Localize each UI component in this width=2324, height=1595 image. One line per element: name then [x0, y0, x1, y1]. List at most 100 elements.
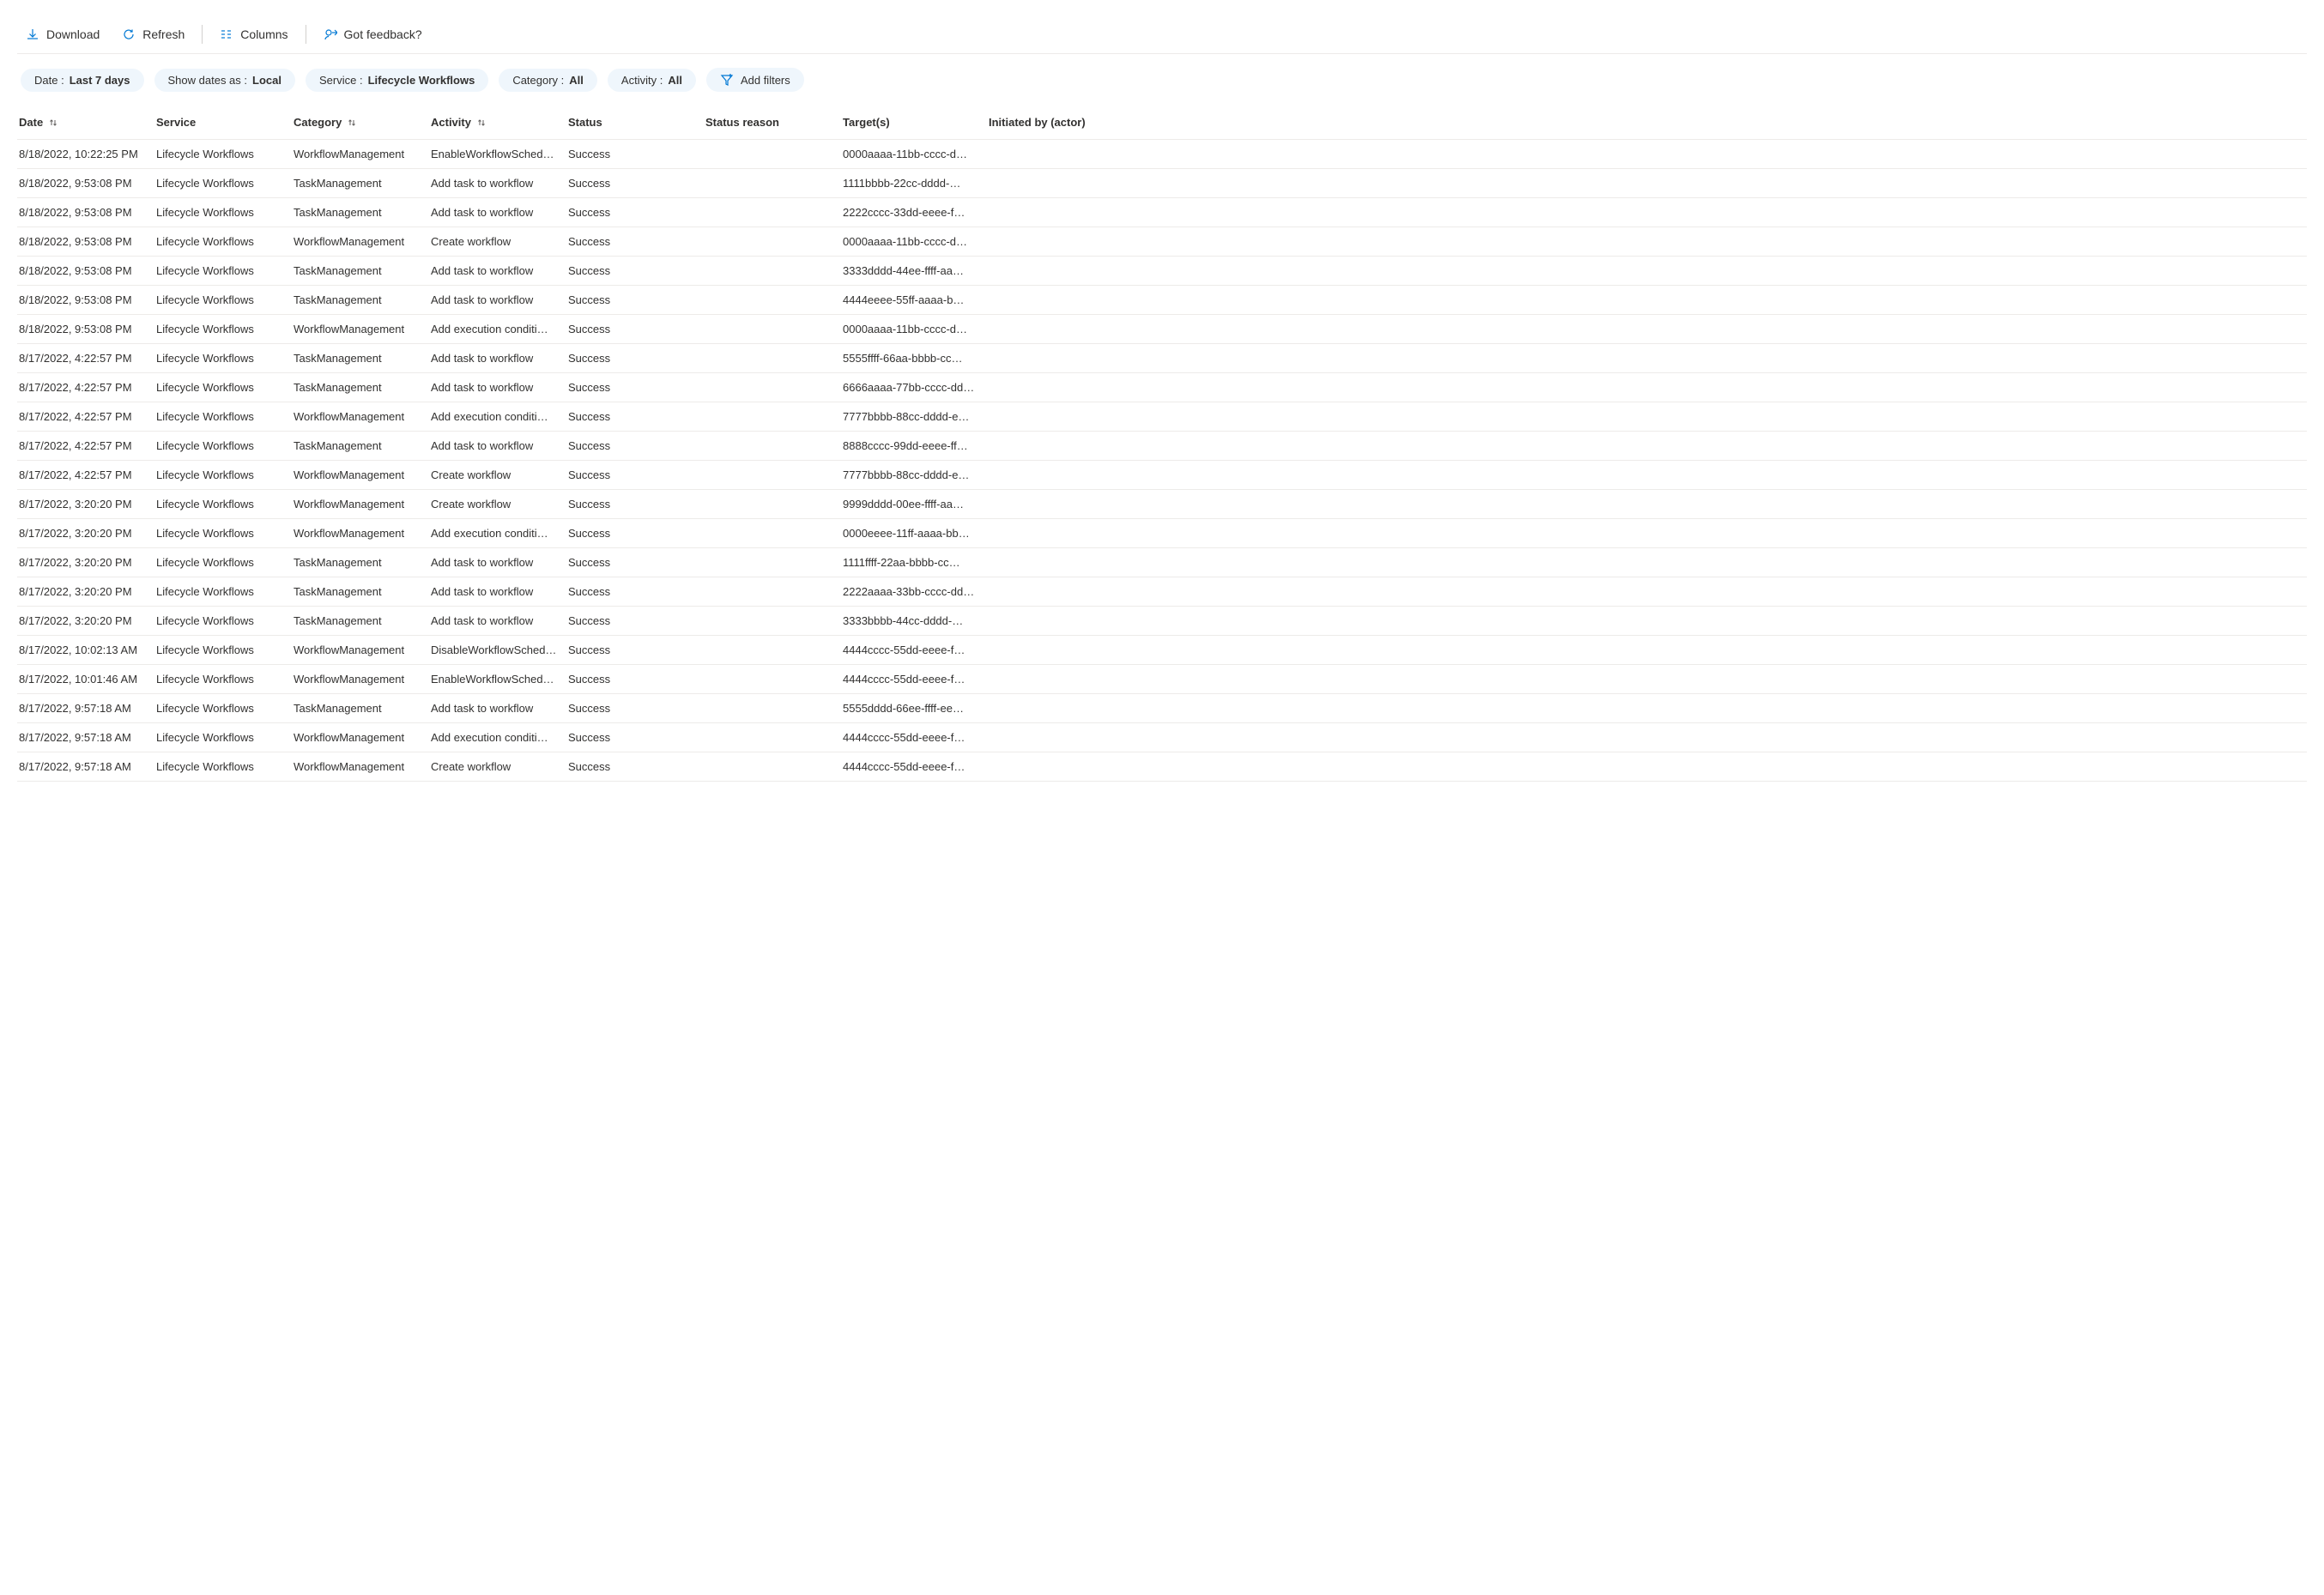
cell-targets: 3333bbbb-44cc-dddd-… [843, 609, 989, 632]
filter-activity[interactable]: Activity : All [608, 69, 696, 92]
cell-reason [705, 558, 843, 568]
col-header-actor[interactable]: Initiated by (actor) [989, 111, 2305, 134]
cell-actor [989, 704, 2305, 714]
col-header-status[interactable]: Status [568, 111, 705, 134]
cell-service: Lifecycle Workflows [156, 376, 294, 399]
table-row[interactable]: 8/18/2022, 9:53:08 PMLifecycle Workflows… [17, 286, 2307, 315]
table-row[interactable]: 8/18/2022, 9:53:08 PMLifecycle Workflows… [17, 315, 2307, 344]
col-header-date[interactable]: Date [19, 111, 156, 134]
cell-actor [989, 208, 2305, 218]
table-row[interactable]: 8/17/2022, 3:20:20 PMLifecycle Workflows… [17, 577, 2307, 607]
cell-date: 8/17/2022, 9:57:18 AM [19, 726, 156, 749]
col-header-activity[interactable]: Activity [431, 111, 568, 134]
cell-activity: Add task to workflow [431, 376, 568, 399]
cell-actor [989, 383, 2305, 393]
cell-reason [705, 237, 843, 247]
cell-date: 8/17/2022, 4:22:57 PM [19, 347, 156, 370]
col-header-category[interactable]: Category [294, 111, 431, 134]
table-row[interactable]: 8/17/2022, 10:01:46 AMLifecycle Workflow… [17, 665, 2307, 694]
table-row[interactable]: 8/17/2022, 3:20:20 PMLifecycle Workflows… [17, 607, 2307, 636]
table-row[interactable]: 8/18/2022, 9:53:08 PMLifecycle Workflows… [17, 169, 2307, 198]
cell-service: Lifecycle Workflows [156, 580, 294, 603]
filter-date[interactable]: Date : Last 7 days [21, 69, 144, 92]
table-row[interactable]: 8/18/2022, 9:53:08 PMLifecycle Workflows… [17, 257, 2307, 286]
cell-activity: Add execution conditi… [431, 726, 568, 749]
table-header-row: Date Service Category Activity [17, 106, 2307, 140]
cell-activity: EnableWorkflowSched… [431, 668, 568, 691]
sort-icon [48, 118, 58, 128]
cell-status: Success [568, 492, 705, 516]
cell-activity: Add task to workflow [431, 347, 568, 370]
col-header-targets-label: Target(s) [843, 116, 890, 129]
table-row[interactable]: 8/18/2022, 9:53:08 PMLifecycle Workflows… [17, 198, 2307, 227]
cell-actor [989, 324, 2305, 335]
columns-button[interactable]: Columns [211, 24, 296, 45]
cell-actor [989, 529, 2305, 539]
col-header-service[interactable]: Service [156, 111, 294, 134]
cell-service: Lifecycle Workflows [156, 347, 294, 370]
cell-targets: 2222cccc-33dd-eeee-f… [843, 201, 989, 224]
col-header-targets[interactable]: Target(s) [843, 111, 989, 134]
table-row[interactable]: 8/18/2022, 10:22:25 PMLifecycle Workflow… [17, 140, 2307, 169]
filter-datesas[interactable]: Show dates as : Local [154, 69, 295, 92]
table-row[interactable]: 8/17/2022, 3:20:20 PMLifecycle Workflows… [17, 519, 2307, 548]
download-button[interactable]: Download [17, 24, 108, 45]
cell-actor [989, 266, 2305, 276]
col-header-date-label: Date [19, 116, 43, 129]
cell-date: 8/17/2022, 4:22:57 PM [19, 376, 156, 399]
cell-status: Success [568, 201, 705, 224]
filter-service[interactable]: Service : Lifecycle Workflows [306, 69, 488, 92]
cell-activity: Add task to workflow [431, 580, 568, 603]
cell-activity: Add execution conditi… [431, 522, 568, 545]
cell-status: Success [568, 522, 705, 545]
cell-service: Lifecycle Workflows [156, 405, 294, 428]
cell-category: WorkflowManagement [294, 405, 431, 428]
table-row[interactable]: 8/17/2022, 4:22:57 PMLifecycle Workflows… [17, 461, 2307, 490]
cell-targets: 8888cccc-99dd-eeee-ff… [843, 434, 989, 457]
cell-status: Success [568, 609, 705, 632]
table-row[interactable]: 8/17/2022, 3:20:20 PMLifecycle Workflows… [17, 548, 2307, 577]
col-header-actor-label: Initiated by (actor) [989, 116, 1086, 129]
table-row[interactable]: 8/17/2022, 3:20:20 PMLifecycle Workflows… [17, 490, 2307, 519]
feedback-icon [324, 27, 337, 41]
cell-service: Lifecycle Workflows [156, 172, 294, 195]
feedback-button[interactable]: Got feedback? [315, 24, 431, 45]
table-row[interactable]: 8/18/2022, 9:53:08 PMLifecycle Workflows… [17, 227, 2307, 257]
table-row[interactable]: 8/17/2022, 9:57:18 AMLifecycle Workflows… [17, 694, 2307, 723]
cell-targets: 9999dddd-00ee-ffff-aa… [843, 492, 989, 516]
table-row[interactable]: 8/17/2022, 4:22:57 PMLifecycle Workflows… [17, 373, 2307, 402]
filter-category-value: All [569, 74, 584, 87]
cell-actor [989, 178, 2305, 189]
cell-targets: 2222aaaa-33bb-cccc-dd… [843, 580, 989, 603]
col-header-reason[interactable]: Status reason [705, 111, 843, 134]
cell-activity: DisableWorkflowSched… [431, 638, 568, 662]
cell-activity: Add task to workflow [431, 259, 568, 282]
refresh-label: Refresh [142, 27, 185, 41]
cell-category: WorkflowManagement [294, 726, 431, 749]
cell-service: Lifecycle Workflows [156, 755, 294, 778]
cell-status: Success [568, 463, 705, 486]
cell-category: WorkflowManagement [294, 755, 431, 778]
filter-category[interactable]: Category : All [499, 69, 597, 92]
cell-service: Lifecycle Workflows [156, 463, 294, 486]
refresh-button[interactable]: Refresh [113, 24, 193, 45]
cell-activity: Add task to workflow [431, 551, 568, 574]
add-filter-icon [720, 73, 734, 87]
table-row[interactable]: 8/17/2022, 4:22:57 PMLifecycle Workflows… [17, 402, 2307, 432]
table-row[interactable]: 8/17/2022, 4:22:57 PMLifecycle Workflows… [17, 344, 2307, 373]
cell-status: Success [568, 347, 705, 370]
add-filters-button[interactable]: Add filters [706, 68, 804, 92]
cell-targets: 4444cccc-55dd-eeee-f… [843, 638, 989, 662]
table-row[interactable]: 8/17/2022, 9:57:18 AMLifecycle Workflows… [17, 752, 2307, 782]
cell-actor [989, 237, 2305, 247]
table-row[interactable]: 8/17/2022, 10:02:13 AMLifecycle Workflow… [17, 636, 2307, 665]
col-header-activity-label: Activity [431, 116, 471, 129]
cell-category: WorkflowManagement [294, 638, 431, 662]
table-row[interactable]: 8/17/2022, 9:57:18 AMLifecycle Workflows… [17, 723, 2307, 752]
cell-date: 8/17/2022, 4:22:57 PM [19, 463, 156, 486]
table-row[interactable]: 8/17/2022, 4:22:57 PMLifecycle Workflows… [17, 432, 2307, 461]
cell-activity: Add execution conditi… [431, 405, 568, 428]
cell-actor [989, 295, 2305, 305]
cell-status: Success [568, 172, 705, 195]
cell-date: 8/17/2022, 9:57:18 AM [19, 697, 156, 720]
